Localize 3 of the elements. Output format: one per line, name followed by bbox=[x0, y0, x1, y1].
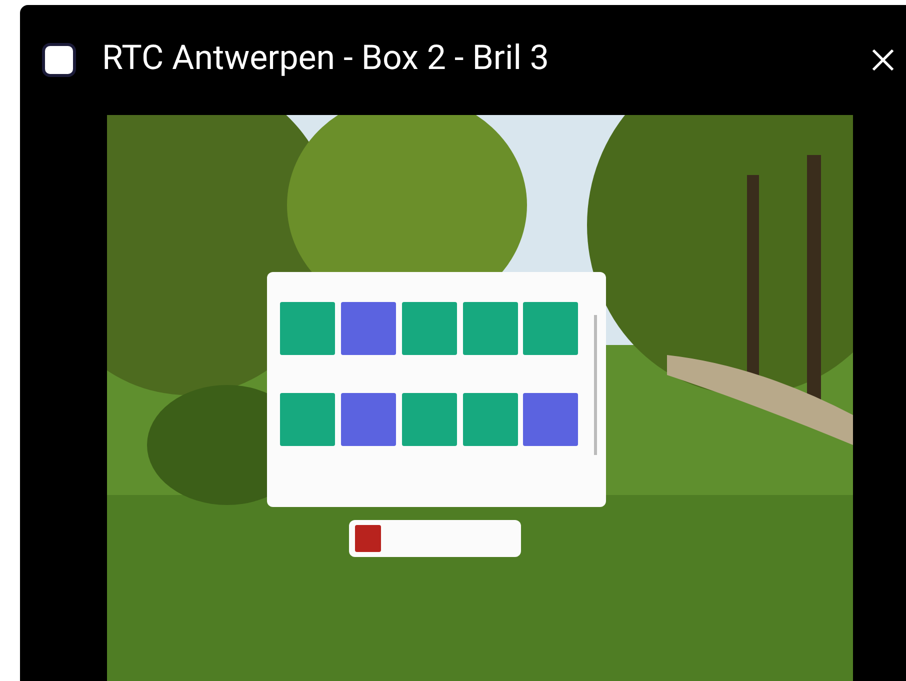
close-icon bbox=[870, 47, 896, 73]
window-title: RTC Antwerpen - Box 2 - Bril 3 bbox=[102, 38, 550, 80]
app-icon bbox=[42, 43, 76, 77]
